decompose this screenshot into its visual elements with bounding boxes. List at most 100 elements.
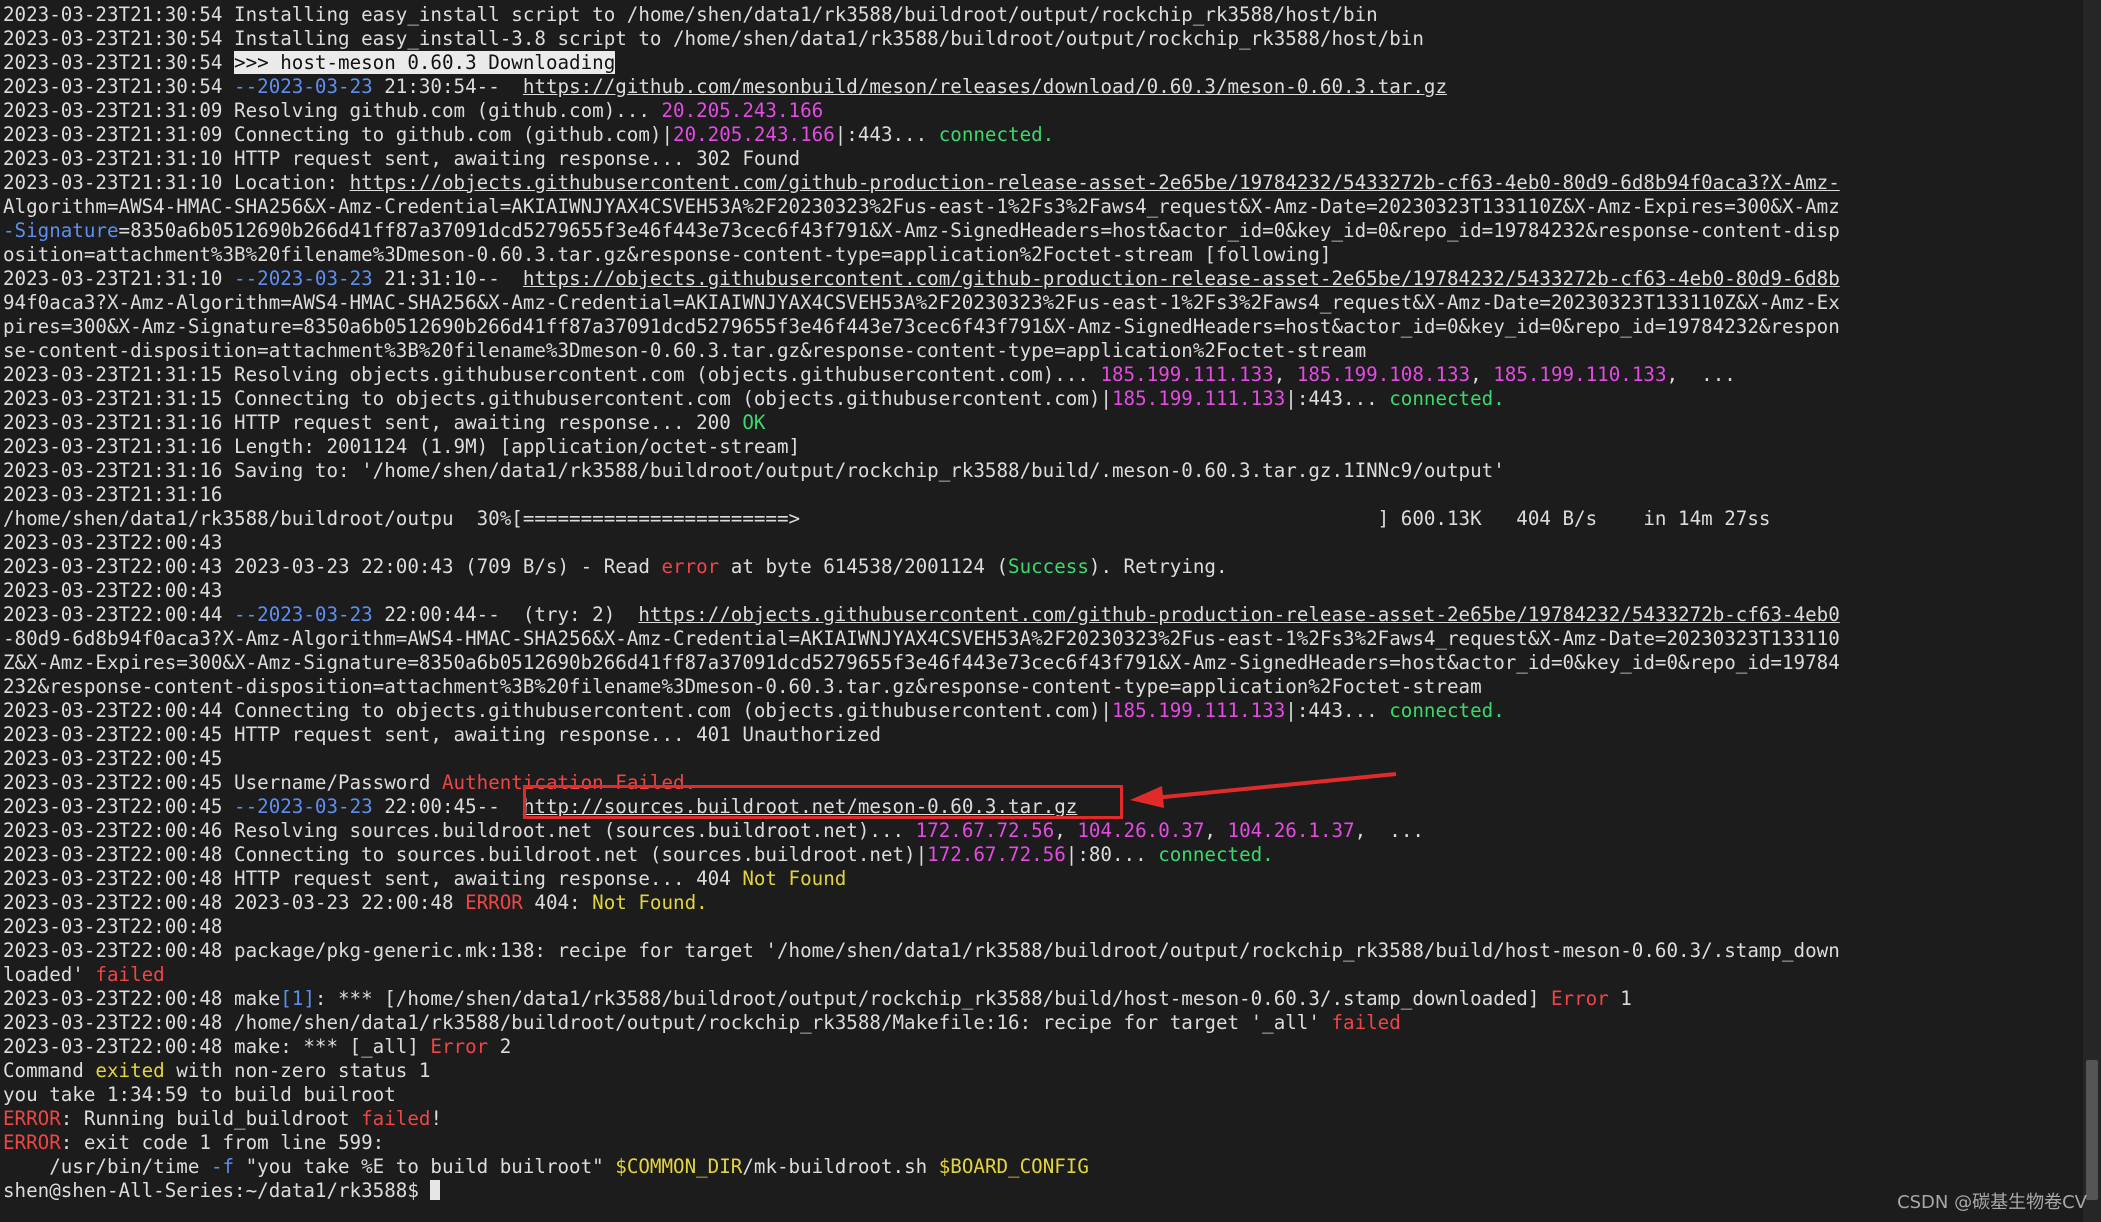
red-arrow-annotation bbox=[1130, 772, 1397, 808]
terminal-text: 2023-03-23T22:00:46 Resolving sources.bu… bbox=[3, 819, 916, 842]
terminal-text: 2023-03-23T21:31:16 bbox=[3, 483, 223, 506]
terminal-line: 2023-03-23T21:31:09 Resolving github.com… bbox=[3, 99, 2083, 123]
terminal-text: Error bbox=[430, 1035, 489, 1058]
terminal-text: 172.67.72.56 bbox=[915, 819, 1055, 842]
terminal-line: 2023-03-23T22:00:48 make: *** [_all] Err… bbox=[3, 1035, 2083, 1059]
terminal-line: 2023-03-23T21:31:16 bbox=[3, 483, 2083, 507]
terminal-text: : Running build_buildroot bbox=[60, 1107, 362, 1130]
terminal-text: , bbox=[1470, 363, 1494, 386]
terminal-text: 2023-03-23T22:00:48 HTTP request sent, a… bbox=[3, 867, 743, 890]
terminal-text: 2023-03-23T22:00:43 2023-03-23 22:00:43 … bbox=[3, 555, 662, 578]
terminal-text: 104.26.1.37 bbox=[1227, 819, 1355, 842]
terminal-text: exited bbox=[95, 1059, 165, 1082]
terminal-text: 2023-03-23T22:00:45 bbox=[3, 747, 223, 770]
terminal-text: 2023-03-23T21:31:15 Connecting to object… bbox=[3, 387, 1112, 410]
terminal-text: failed bbox=[1331, 1011, 1401, 1034]
terminal-text: 2023-03-23T21:31:10 Location: bbox=[3, 171, 350, 194]
terminal-text: 2023-03-23T22:00:48 Connecting to source… bbox=[3, 843, 928, 866]
terminal-text: loaded' bbox=[3, 963, 96, 986]
terminal-line: 2023-03-23T21:31:16 HTTP request sent, a… bbox=[3, 411, 2083, 435]
terminal-text: 404: bbox=[522, 891, 593, 914]
cursor-block bbox=[430, 1180, 441, 1200]
terminal-line: 2023-03-23T21:30:54 Installing easy_inst… bbox=[3, 27, 2083, 51]
terminal-text: 2023-03-23T21:31:16 HTTP request sent, a… bbox=[3, 411, 743, 434]
terminal-text: shen@shen-All-Series:~/data1/rk3588$ bbox=[3, 1179, 431, 1202]
terminal-text: Z&X-Amz-Expires=300&X-Amz-Signature=8350… bbox=[3, 651, 1840, 674]
terminal-text: 2023-03-23T21:30:54 bbox=[3, 51, 235, 74]
terminal-text: osition=attachment%3B%20filename%3Dmeson… bbox=[3, 243, 1332, 266]
terminal-text: 2023-03-23T22:00:48 /home/shen/data1/rk3… bbox=[3, 1011, 1332, 1034]
terminal-line: 2023-03-23T22:00:44 Connecting to object… bbox=[3, 699, 2083, 723]
terminal-link[interactable]: https://objects.githubusercontent.com/gi… bbox=[638, 603, 1839, 626]
terminal-line: /usr/bin/time -f "you take %E to build b… bbox=[3, 1155, 2083, 1179]
vertical-scrollbar[interactable] bbox=[2083, 0, 2101, 1222]
terminal-text: ERROR bbox=[3, 1107, 61, 1130]
terminal-text: =8350a6b0512690b266d41ff87a37091dcd52796… bbox=[118, 219, 1840, 242]
terminal-line: 94f0aca3?X-Amz-Algorithm=AWS4-HMAC-SHA25… bbox=[3, 291, 2083, 315]
terminal-text: /home/shen/data1/rk3588/buildroot/outpu … bbox=[3, 507, 1771, 530]
terminal-line: 2023-03-23T22:00:43 bbox=[3, 579, 2083, 603]
terminal-text: --2023-03-23 bbox=[234, 75, 373, 98]
terminal-text: 20.205.243.166 bbox=[661, 99, 824, 122]
terminal-output[interactable]: 2023-03-23T21:30:54 Installing easy_inst… bbox=[3, 3, 2083, 1219]
terminal-text: 2023-03-23T21:30:54 Installing easy_inst… bbox=[3, 3, 1378, 26]
terminal-text: , ... bbox=[1354, 819, 1424, 842]
terminal-text: failed bbox=[95, 963, 165, 986]
terminal-text: Not Found bbox=[742, 867, 847, 890]
highlight-box bbox=[523, 785, 1123, 819]
terminal-text: 232&response-content-disposition=attachm… bbox=[3, 675, 1482, 698]
terminal-text: 2023-03-23T21:30:54 bbox=[3, 75, 235, 98]
terminal-link[interactable]: https://objects.githubusercontent.com/gi… bbox=[523, 267, 1840, 290]
terminal-text: 185.199.108.133 bbox=[1296, 363, 1471, 386]
terminal-line: -80d9-6d8b94f0aca3?X-Amz-Algorithm=AWS4-… bbox=[3, 627, 2083, 651]
terminal-line: 2023-03-23T21:31:09 Connecting to github… bbox=[3, 123, 2083, 147]
terminal-link[interactable]: https://github.com/mesonbuild/meson/rele… bbox=[523, 75, 1447, 98]
terminal-text: , ... bbox=[1666, 363, 1736, 386]
terminal-text: /mk-buildroot.sh bbox=[742, 1155, 939, 1178]
terminal-text: 2023-03-23T22:00:48 2023-03-23 22:00:48 bbox=[3, 891, 466, 914]
terminal-text: |:443... bbox=[1285, 387, 1390, 410]
terminal-text: OK bbox=[742, 411, 766, 434]
terminal-text: 2023-03-23T21:31:10 bbox=[3, 267, 235, 290]
terminal-text: 2023-03-23T22:00:45 HTTP request sent, a… bbox=[3, 723, 881, 746]
terminal-text: 2023-03-23T22:00:48 bbox=[3, 915, 223, 938]
terminal-text: 185.199.111.133 bbox=[1100, 363, 1274, 386]
terminal-line: 2023-03-23T22:00:48 HTTP request sent, a… bbox=[3, 867, 2083, 891]
terminal-line: shen@shen-All-Series:~/data1/rk3588$ bbox=[3, 1179, 2083, 1203]
terminal-text: 2023-03-23T21:31:16 Length: 2001124 (1.9… bbox=[3, 435, 801, 458]
terminal-text: >>> host-meson 0.60.3 Downloading bbox=[234, 51, 616, 74]
terminal-line: 232&response-content-disposition=attachm… bbox=[3, 675, 2083, 699]
scrollbar-thumb[interactable] bbox=[2086, 1060, 2098, 1200]
terminal-text: 185.199.111.133 bbox=[1111, 387, 1286, 410]
terminal-text: connected. bbox=[938, 123, 1055, 146]
terminal-text: : *** [/home/shen/data1/rk3588/buildroot… bbox=[314, 987, 1551, 1010]
terminal-line: 2023-03-23T22:00:46 Resolving sources.bu… bbox=[3, 819, 2083, 843]
terminal-line: Algorithm=AWS4-HMAC-SHA256&X-Amz-Credent… bbox=[3, 195, 2083, 219]
terminal-text: 2023-03-23T22:00:45 bbox=[3, 795, 235, 818]
terminal-line: 2023-03-23T21:31:15 Resolving objects.gi… bbox=[3, 363, 2083, 387]
terminal-link[interactable]: https://objects.githubusercontent.com/gi… bbox=[350, 171, 1840, 194]
terminal-text: connected. bbox=[1389, 387, 1505, 410]
terminal-text: 2023-03-23T22:00:44 bbox=[3, 603, 235, 626]
terminal-line: -Signature=8350a6b0512690b266d41ff87a370… bbox=[3, 219, 2083, 243]
terminal-text: you take 1:34:59 to build builroot bbox=[3, 1083, 396, 1106]
terminal-line: Command exited with non-zero status 1 bbox=[3, 1059, 2083, 1083]
terminal-text: ERROR bbox=[3, 1131, 61, 1154]
terminal-line: osition=attachment%3B%20filename%3Dmeson… bbox=[3, 243, 2083, 267]
terminal-text: Algorithm=AWS4-HMAC-SHA256&X-Amz-Credent… bbox=[3, 195, 1840, 218]
terminal-text: , bbox=[1273, 363, 1297, 386]
terminal-text: $COMMON_DIR bbox=[615, 1155, 743, 1178]
terminal-line: Z&X-Amz-Expires=300&X-Amz-Signature=8350… bbox=[3, 651, 2083, 675]
terminal-text: 2023-03-23T21:30:54 Installing easy_inst… bbox=[3, 27, 1424, 50]
terminal-text: --2023-03-23 bbox=[234, 795, 373, 818]
terminal-line: 2023-03-23T21:31:10 --2023-03-23 21:31:1… bbox=[3, 267, 2083, 291]
terminal-text: pires=300&X-Amz-Signature=8350a6b0512690… bbox=[3, 315, 1840, 338]
terminal-text: 2023-03-23T22:00:45 Username/Password bbox=[3, 771, 442, 794]
terminal-text: 22:00:44-- (try: 2) bbox=[372, 603, 639, 626]
terminal-text: failed bbox=[361, 1107, 431, 1130]
terminal-text: 2023-03-23T21:31:15 Resolving objects.gi… bbox=[3, 363, 1101, 386]
terminal-line: ERROR: Running build_buildroot failed! bbox=[3, 1107, 2083, 1131]
terminal-text: 2023-03-23T22:00:44 Connecting to object… bbox=[3, 699, 1112, 722]
terminal-line: 2023-03-23T22:00:48 2023-03-23 22:00:48 … bbox=[3, 891, 2083, 915]
terminal-line: ERROR: exit code 1 from line 599: bbox=[3, 1131, 2083, 1155]
